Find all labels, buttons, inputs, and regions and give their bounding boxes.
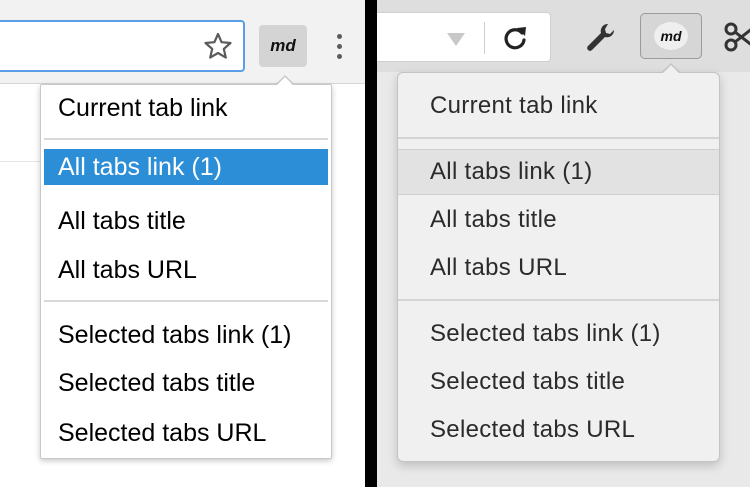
page-divider — [0, 161, 40, 162]
menu-separator — [398, 137, 719, 139]
menu-item-selected-tabs-link[interactable]: Selected tabs link (1) — [44, 317, 328, 353]
menu-item-all-tabs-url[interactable]: All tabs URL — [44, 252, 328, 288]
right-toolbar: md — [377, 0, 750, 72]
address-separator — [484, 22, 485, 54]
md-button-label: md — [270, 36, 296, 55]
left-toolbar: md — [0, 0, 365, 84]
menu-item-all-tabs-title[interactable]: All tabs title — [398, 197, 719, 243]
menu-item-current-tab-link[interactable]: Current tab link — [44, 90, 328, 126]
menu-item-selected-tabs-url[interactable]: Selected tabs URL — [398, 407, 719, 453]
md-icon-badge: md — [654, 22, 688, 50]
right-address-bar[interactable] — [377, 12, 551, 62]
wrench-icon[interactable] — [584, 20, 618, 54]
menu-separator — [398, 299, 719, 301]
menu-item-selected-tabs-link[interactable]: Selected tabs link (1) — [398, 311, 719, 357]
panel-divider — [365, 0, 377, 487]
menu-item-all-tabs-title[interactable]: All tabs title — [44, 203, 328, 239]
menu-separator — [44, 300, 328, 302]
reload-icon[interactable] — [500, 23, 530, 53]
menu-item-all-tabs-link[interactable]: All tabs link (1) — [44, 149, 328, 185]
left-copy-menu: Current tab link All tabs link (1) All t… — [40, 84, 332, 459]
markdown-extension-button[interactable]: md — [640, 13, 702, 59]
dropdown-arrow-icon[interactable] — [447, 33, 465, 46]
menu-item-current-tab-link[interactable]: Current tab link — [398, 83, 719, 129]
more-options-icon[interactable] — [333, 32, 347, 62]
menu-separator — [44, 138, 328, 140]
popup-caret-fill — [662, 65, 680, 74]
right-copy-menu: Current tab link All tabs link (1) All t… — [397, 72, 720, 462]
scissors-icon[interactable] — [723, 20, 750, 54]
menu-item-selected-tabs-url[interactable]: Selected tabs URL — [44, 415, 328, 451]
left-browser-panel: md Current tab link All tabs link (1) Al… — [0, 0, 365, 487]
menu-item-all-tabs-link[interactable]: All tabs link (1) — [398, 149, 719, 195]
menu-item-selected-tabs-title[interactable]: Selected tabs title — [44, 365, 328, 401]
md-button-label: md — [660, 28, 682, 44]
right-browser-panel: md Current tab link All tabs link (1) Al… — [377, 0, 750, 487]
bookmark-star-icon[interactable] — [203, 31, 233, 61]
menu-item-all-tabs-url[interactable]: All tabs URL — [398, 245, 719, 291]
markdown-extension-button[interactable]: md — [259, 25, 307, 67]
popup-caret-fill — [276, 77, 294, 86]
menu-item-selected-tabs-title[interactable]: Selected tabs title — [398, 359, 719, 405]
